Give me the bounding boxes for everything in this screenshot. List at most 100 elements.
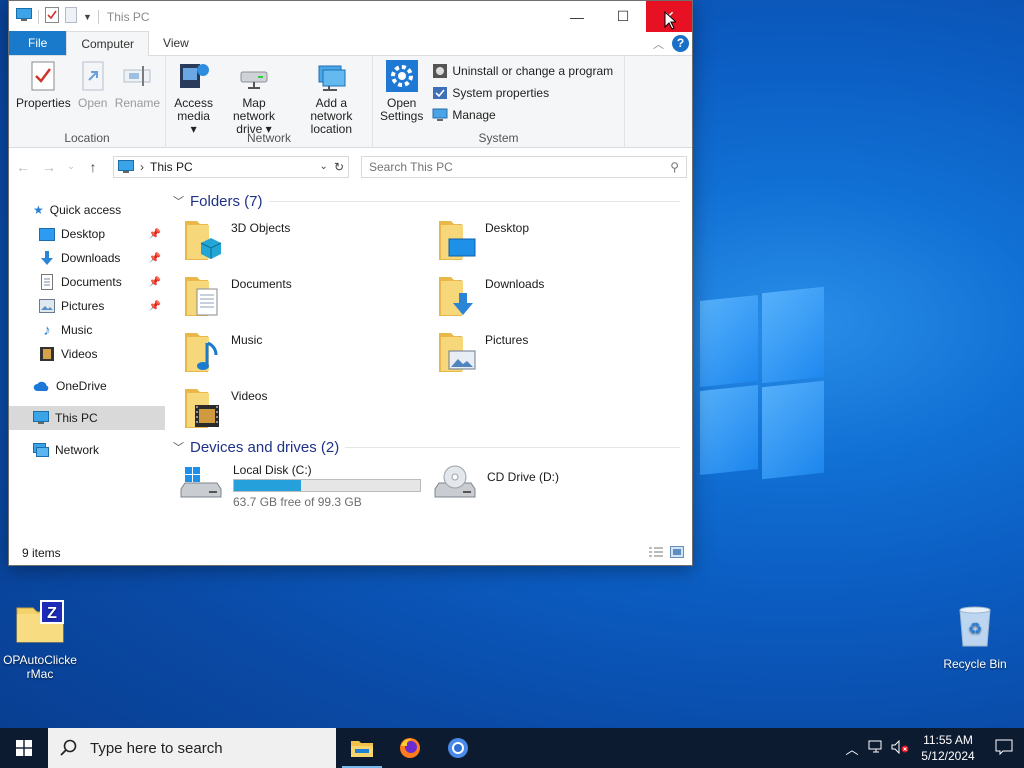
folder-item[interactable]: Pictures: [437, 325, 691, 381]
pin-icon[interactable]: 📌: [149, 253, 161, 264]
system-properties-button[interactable]: System properties: [432, 84, 613, 101]
toolbar-separator: [97, 9, 99, 24]
nav-item-downloads[interactable]: Downloads 📌: [9, 246, 165, 270]
video-film-icon: [40, 347, 54, 361]
taskbar-search-box[interactable]: Type here to search: [48, 728, 336, 768]
folder-item[interactable]: Desktop: [437, 213, 691, 269]
customize-qat-chevron-icon[interactable]: ▼: [83, 12, 92, 22]
forward-arrow-icon[interactable]: →: [39, 159, 59, 175]
drive-item-c[interactable]: Local Disk (C:) 63.7 GB free of 99.3 GB: [179, 463, 433, 509]
recent-locations-chevron-icon[interactable]: ⌄: [65, 161, 77, 172]
title-bar[interactable]: ▼ This PC — ☐ ✕: [9, 1, 692, 32]
pin-icon[interactable]: 📌: [149, 301, 161, 312]
folders-section-header[interactable]: ﹀ Folders (7): [173, 189, 692, 213]
clock[interactable]: 11:55 AM 5/12/2024: [912, 732, 984, 764]
search-box[interactable]: ⚲: [361, 155, 687, 178]
uninstall-icon: [433, 63, 448, 78]
downloads-folder-icon: [439, 277, 473, 316]
nav-item-videos[interactable]: Videos: [9, 342, 165, 366]
tab-computer[interactable]: Computer: [66, 31, 150, 56]
toolbar-separator: [38, 9, 39, 24]
content-pane: ﹀ Folders (7) 3D Objects Desktop Documen…: [165, 185, 692, 565]
taskbar-firefox[interactable]: [386, 728, 434, 768]
up-arrow-icon[interactable]: ↑: [83, 159, 103, 175]
refresh-icon[interactable]: ↻: [334, 160, 344, 174]
network-location-icon: [318, 65, 346, 91]
rename-button[interactable]: Rename: [112, 60, 163, 110]
folder-item[interactable]: Documents: [183, 269, 437, 325]
maximize-button[interactable]: ☐: [600, 1, 646, 32]
desktop-icon: [39, 227, 55, 241]
notifications-icon[interactable]: [984, 739, 1024, 758]
address-bar[interactable]: › This PC ⌄ ↻: [113, 155, 349, 178]
folder-item[interactable]: 3D Objects: [183, 213, 437, 269]
nav-quick-access[interactable]: ★ Quick access: [9, 198, 165, 222]
taskbar-chromium[interactable]: [434, 728, 482, 768]
collapse-chevron-icon[interactable]: ﹀: [173, 193, 184, 209]
folders-grid: 3D Objects Desktop Documents Downloads M…: [173, 213, 692, 437]
quick-access-toolbar: ▼: [9, 7, 99, 26]
music-folder-icon: [185, 333, 218, 372]
add-network-location-button[interactable]: Add a network location: [291, 60, 372, 136]
nav-item-documents[interactable]: Documents 📌: [9, 270, 165, 294]
manage-button[interactable]: Manage: [432, 106, 613, 123]
folder-item[interactable]: Videos: [183, 381, 437, 437]
show-hidden-icons-chevron-icon[interactable]: ︿: [840, 739, 864, 758]
search-icon: ⚲: [670, 159, 679, 174]
map-network-drive-button[interactable]: Map network drive ▾: [217, 60, 290, 136]
tab-view[interactable]: View: [149, 31, 203, 55]
collapse-ribbon-icon[interactable]: ︿: [653, 36, 664, 52]
volume-muted-icon[interactable]: [888, 739, 912, 757]
view-switcher: [648, 546, 684, 561]
taskbar: Type here to search ︿ 11:55 AM 5/12/2024: [0, 728, 1024, 768]
desktop-icon-opautoclicker[interactable]: Z OPAutoClicke rMac: [0, 600, 80, 681]
details-view-icon[interactable]: [648, 546, 664, 561]
nav-item-desktop[interactable]: Desktop 📌: [9, 222, 165, 246]
open-button[interactable]: Open: [74, 60, 112, 110]
nav-onedrive[interactable]: OneDrive: [9, 374, 165, 398]
large-icons-view-icon[interactable]: [670, 546, 684, 561]
minimize-button[interactable]: —: [554, 1, 600, 32]
address-dropdown-chevron-icon[interactable]: ⌄: [320, 161, 328, 172]
start-button[interactable]: [0, 728, 48, 768]
devices-section-header[interactable]: ﹀ Devices and drives (2): [173, 435, 692, 459]
pin-icon[interactable]: 📌: [149, 229, 161, 240]
new-folder-qat-icon[interactable]: [65, 7, 77, 26]
nav-this-pc[interactable]: This PC: [9, 406, 165, 430]
open-settings-button[interactable]: Open Settings: [377, 60, 426, 123]
properties-button[interactable]: Properties: [13, 60, 74, 110]
drive-name: CD Drive (D:): [487, 470, 559, 484]
ribbon-group-label: Location: [64, 131, 110, 145]
folder-item[interactable]: Downloads: [437, 269, 691, 325]
search-input[interactable]: [369, 159, 671, 174]
properties-qat-icon[interactable]: [45, 7, 59, 26]
uninstall-program-button[interactable]: Uninstall or change a program: [432, 62, 613, 79]
taskbar-search-placeholder: Type here to search: [90, 739, 223, 757]
ribbon: Properties Open Rename Location Access m…: [9, 56, 692, 148]
chromium-icon: [448, 738, 468, 758]
clock-time: 11:55 AM: [923, 733, 973, 747]
help-button[interactable]: ?: [672, 35, 689, 52]
firefox-icon: [400, 738, 420, 758]
ribbon-group-network: Access media ▾ Map network drive ▾ Add a…: [166, 56, 373, 148]
collapse-chevron-icon[interactable]: ﹀: [173, 439, 184, 455]
folder-item[interactable]: Music: [183, 325, 437, 381]
navigation-pane: ★ Quick access Desktop 📌 Downloads 📌 Doc…: [9, 185, 165, 565]
desktop-icon-recycle-bin[interactable]: ♻ Recycle Bin: [935, 604, 1015, 671]
nav-network[interactable]: Network: [9, 438, 165, 462]
windows-start-icon: [16, 740, 32, 756]
breadcrumb-separator-icon: ›: [140, 159, 144, 174]
cloud-icon: [33, 381, 49, 391]
network-status-icon[interactable]: [864, 740, 888, 757]
taskbar-file-explorer[interactable]: [338, 728, 386, 768]
rename-icon: [123, 66, 151, 86]
back-arrow-icon[interactable]: ←: [13, 159, 33, 175]
pin-icon[interactable]: 📌: [149, 277, 161, 288]
nav-item-pictures[interactable]: Pictures 📌: [9, 294, 165, 318]
access-media-button[interactable]: Access media ▾: [170, 60, 217, 136]
drive-item-d[interactable]: CD Drive (D:): [433, 463, 687, 509]
nav-item-music[interactable]: ♪ Music: [9, 318, 165, 342]
breadcrumb[interactable]: This PC: [150, 160, 314, 174]
tab-file[interactable]: File: [9, 31, 67, 55]
status-bar: 9 items: [9, 541, 692, 565]
